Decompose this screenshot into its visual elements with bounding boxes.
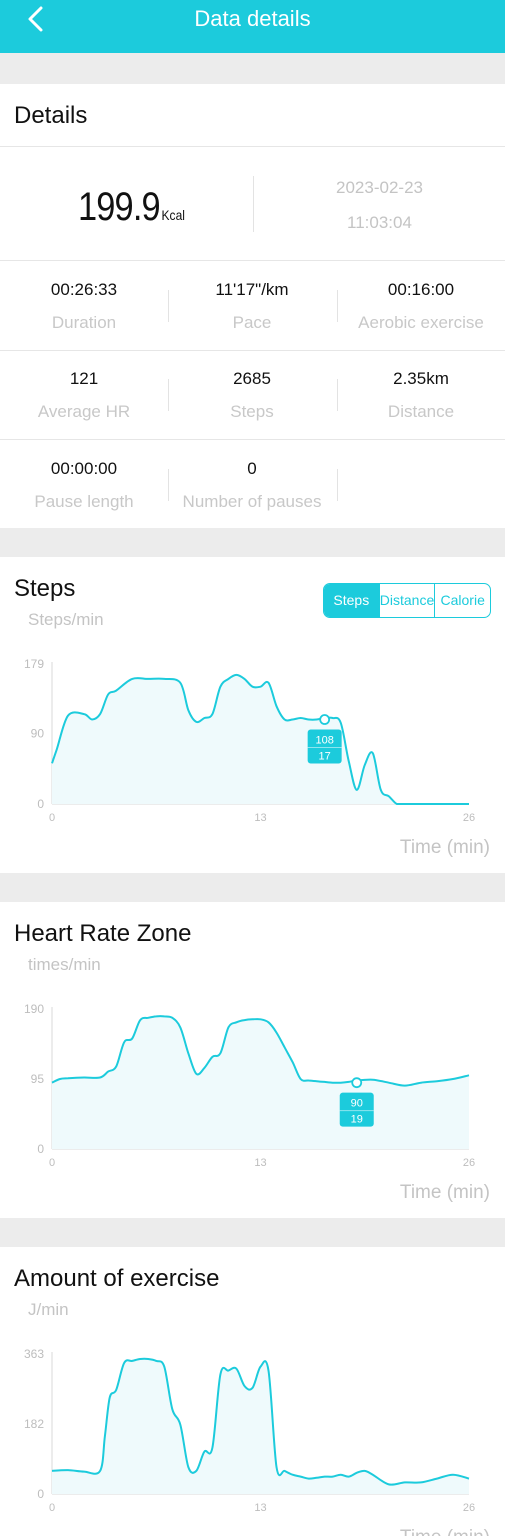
stat-pause-length: 00:00:00 Pause length [0,459,168,512]
tab-steps[interactable]: Steps [324,584,379,617]
details-title: Details [14,102,88,129]
stat-label: Pace [232,313,272,332]
y-tick-label: 90 [31,727,45,741]
stat-distance: 2.35km Distance [337,369,505,422]
y-tick-label: 363 [24,1347,44,1361]
x-tick-label: 26 [463,1157,475,1169]
stat-value: 2.35km [393,369,449,388]
stat-label: Number of pauses [182,492,322,511]
exercise-chart-card: Amount of exercise J/min 018236301326 Ti… [0,1247,505,1536]
page-title: Data details [194,6,311,31]
metric-segmented-control: Steps Distance Calorie [323,583,491,618]
tab-distance[interactable]: Distance [378,584,435,617]
stat-aerobic: 00:16:00 Aerobic exercise [337,280,505,333]
stat-label: Distance [387,402,455,421]
x-tick-label: 0 [49,1157,55,1169]
stat-steps: 2685 Steps [168,369,336,422]
stat-number-of-pauses: 0 Number of pauses [168,459,336,512]
stat-pace: 11'17"/km Pace [168,280,336,333]
x-tick-label: 26 [463,1502,475,1514]
y-tick-label: 95 [31,1072,45,1086]
x-tick-label: 26 [463,812,475,824]
divider [0,350,505,351]
tab-calorie[interactable]: Calorie [434,584,490,617]
x-tick-label: 13 [254,1157,266,1169]
details-card: Details 199.9 Kcal 2023-02-23 11:03:04 00… [0,84,505,528]
x-tick-label: 13 [254,1502,266,1514]
y-tick-label: 0 [37,797,44,811]
tooltip-marker [319,714,331,725]
workout-date: 2023-02-23 [336,178,423,197]
heart-rate-chart: 0 95 190 0 13 26 90 19 [24,1002,475,1169]
tooltip-marker [351,1077,363,1089]
stat-value: 2685 [233,369,271,388]
stat-average-hr: 121 Average HR [0,369,168,422]
header-bar: Data details [0,0,505,53]
stat-value: 11'17"/km [215,280,289,299]
stat-value: 00:16:00 [387,280,455,299]
y-tick-label: 0 [37,1487,44,1501]
exercise-x-axis-label: Time (min) [400,1527,490,1536]
divider [0,146,505,147]
stat-label: Steps [230,402,274,421]
stat-value: 00:26:33 [50,280,118,299]
series-area [52,1358,469,1494]
tooltip-x: 19 [351,1114,363,1126]
series-area [52,674,469,804]
y-tick-label: 182 [24,1417,44,1431]
series-area [52,1016,469,1149]
stat-duration: 00:26:33 Duration [0,280,168,333]
stat-label: Average HR [37,402,131,421]
x-tick-label: 0 [49,1502,55,1514]
stat-label: Duration [51,313,117,332]
stat-value: 0 [247,459,257,478]
divider [337,469,338,501]
tooltip-x: 17 [319,751,331,763]
calories-unit: Kcal [161,207,185,223]
heart-rate-chart-card: Heart Rate Zone times/min 0 95 190 0 13 26 90 1… [0,902,505,1218]
calories-number: 199.9 [78,185,161,229]
steps-x-axis-label: Time (min) [399,837,490,858]
tooltip-value: 90 [351,1098,363,1110]
workout-time: 11:03:04 [347,213,412,232]
x-tick-label: 0 [49,812,55,824]
y-tick-label: 179 [24,657,44,671]
stat-label: Aerobic exercise [358,313,484,332]
divider [0,439,505,440]
heart-rate-x-axis-label: Time (min) [399,1182,490,1203]
stat-value: 00:00:00 [50,459,118,478]
x-tick-label: 13 [254,812,266,824]
exercise-chart: 0 182 363 0 13 26 [24,1347,475,1514]
y-tick-label: 0 [37,1142,44,1156]
tooltip-value: 108 [315,735,333,747]
calories-value: 199.9 Kcal [78,185,185,230]
divider [0,260,505,261]
stat-value: 121 [69,369,99,388]
stat-label: Pause length [34,492,134,511]
y-tick-label: 190 [24,1002,44,1016]
